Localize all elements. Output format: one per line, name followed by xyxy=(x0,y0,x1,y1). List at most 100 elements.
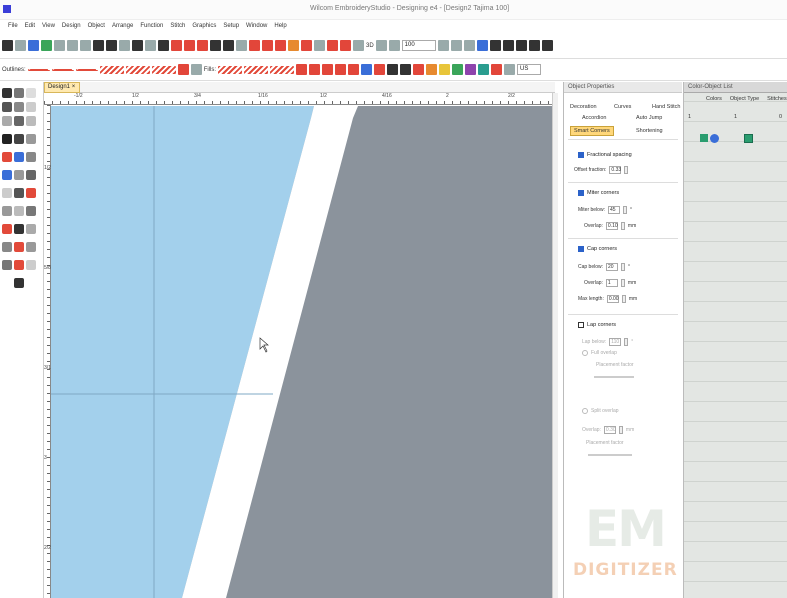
fill-trapunto-icon[interactable] xyxy=(335,64,347,75)
hoop-color-icon[interactable] xyxy=(491,64,503,75)
menu-function[interactable]: Function xyxy=(137,20,167,32)
circle-icon[interactable] xyxy=(327,40,338,51)
monogram-icon[interactable] xyxy=(262,40,273,51)
cap-overlap-spinner[interactable] xyxy=(620,279,625,287)
menu-view[interactable]: View xyxy=(39,20,59,32)
thread-icon[interactable] xyxy=(158,40,169,51)
placement-factor-slider[interactable] xyxy=(594,376,634,378)
miter-corners-checkbox[interactable] xyxy=(578,190,584,196)
text-tool-icon[interactable] xyxy=(2,134,12,144)
satin-icon[interactable] xyxy=(171,40,182,51)
fractional-spacing-row[interactable]: Fractional spacing xyxy=(578,152,632,158)
outline-single-icon[interactable] xyxy=(27,68,50,71)
menu-window[interactable]: Window xyxy=(243,20,271,32)
max-length-input[interactable]: 0.00 xyxy=(606,295,619,303)
undo-icon[interactable] xyxy=(93,40,104,51)
color-list-summary-row[interactable]: 1 1 0 xyxy=(684,114,787,124)
zoom-out-icon[interactable] xyxy=(450,40,462,51)
fill-cross-icon[interactable] xyxy=(309,64,321,75)
fill-motif-icon[interactable] xyxy=(296,64,308,75)
miter-overlap-spinner[interactable] xyxy=(620,222,625,230)
s-curve-icon[interactable] xyxy=(26,170,36,180)
stamp-tool-icon[interactable] xyxy=(14,260,24,270)
check-icon[interactable] xyxy=(2,260,12,270)
feather-icon[interactable] xyxy=(413,64,425,75)
menu-graphics[interactable]: Graphics xyxy=(189,20,220,32)
object-type-icon[interactable] xyxy=(710,134,719,143)
canvas-vertical-scrollbar[interactable] xyxy=(552,93,558,598)
stamp-icon[interactable] xyxy=(301,40,312,51)
menu-object[interactable]: Object xyxy=(85,20,109,32)
tab-decoration[interactable]: Decoration xyxy=(570,104,597,110)
design-tab-close-icon[interactable]: × xyxy=(72,84,76,90)
select-arrow-icon[interactable] xyxy=(2,88,12,98)
save-icon[interactable] xyxy=(28,40,39,51)
cap-below-spinner[interactable] xyxy=(621,263,626,271)
cap-corners-checkbox[interactable] xyxy=(578,246,584,252)
stitch-player-icon[interactable] xyxy=(145,40,156,51)
applique-icon[interactable] xyxy=(275,40,286,51)
menu-stitch[interactable]: Stitch xyxy=(167,20,189,32)
miter-overlap-input[interactable]: 0.10 xyxy=(605,222,618,230)
copy-icon[interactable] xyxy=(67,40,78,51)
fill-wave-icon[interactable] xyxy=(322,64,334,75)
open-icon[interactable] xyxy=(15,40,26,51)
align-left-icon[interactable] xyxy=(502,40,514,51)
outline-zigzag-icon[interactable] xyxy=(151,65,176,74)
letter-a-icon[interactable] xyxy=(14,134,24,144)
heart-icon[interactable] xyxy=(2,152,12,162)
tab-hand-stitch[interactable]: Hand Stitch xyxy=(652,104,680,110)
stop-icon[interactable] xyxy=(2,224,12,234)
grid-tool-icon[interactable] xyxy=(26,224,36,234)
menu-edit[interactable]: Edit xyxy=(22,20,39,32)
curve-icon[interactable] xyxy=(26,102,36,112)
zoom-combo[interactable]: 100 xyxy=(401,40,436,51)
outline-spiral-icon[interactable] xyxy=(190,64,202,75)
placement-factor2-slider[interactable] xyxy=(588,454,632,456)
eye-icon[interactable] xyxy=(14,116,24,126)
column-stitches[interactable]: Stitches xyxy=(767,96,787,106)
tab-shortening[interactable]: Shortening xyxy=(636,128,663,134)
fill-tatami-icon[interactable] xyxy=(244,65,269,74)
pencil-icon[interactable] xyxy=(400,64,412,75)
compass-icon[interactable] xyxy=(14,206,24,216)
run-icon[interactable] xyxy=(197,40,208,51)
flip-icon[interactable] xyxy=(541,40,553,51)
table-icon[interactable] xyxy=(504,64,516,75)
outline-raised-icon[interactable] xyxy=(177,64,189,75)
design-canvas[interactable] xyxy=(51,106,552,598)
fill-contour-icon[interactable] xyxy=(361,64,373,75)
fill-radial-icon[interactable] xyxy=(374,64,386,75)
split-overlap-radio[interactable] xyxy=(582,408,588,414)
thread-color-swatch[interactable] xyxy=(700,134,708,142)
fill-program-icon[interactable] xyxy=(270,65,295,74)
cut-icon[interactable] xyxy=(54,40,65,51)
miter-below-input[interactable]: 45 xyxy=(607,206,620,214)
tab-curves[interactable]: Curves xyxy=(614,104,631,110)
measure-icon[interactable] xyxy=(26,242,36,252)
distribute-icon[interactable] xyxy=(528,40,540,51)
units-combo[interactable]: US xyxy=(517,64,542,75)
lap-overlap-input[interactable]: 0.30 xyxy=(603,426,616,434)
zoom-fit-icon[interactable] xyxy=(463,40,475,51)
knife-tool-icon[interactable] xyxy=(2,102,12,112)
cap-overlap-input[interactable]: 1 xyxy=(605,279,618,287)
column-object-type[interactable]: Object Type xyxy=(730,96,759,106)
point-icon[interactable] xyxy=(2,188,12,198)
palette-icon[interactable] xyxy=(452,64,464,75)
kerning-icon[interactable] xyxy=(26,134,36,144)
bucket-icon[interactable] xyxy=(439,64,451,75)
show-icon[interactable] xyxy=(353,40,364,51)
reshape-icon[interactable] xyxy=(210,40,221,51)
menu-file[interactable]: File xyxy=(5,20,22,32)
object-thumbnail[interactable] xyxy=(744,134,753,143)
star-icon[interactable] xyxy=(340,40,351,51)
zoom-in-icon[interactable] xyxy=(437,40,449,51)
circle-tool-icon[interactable] xyxy=(14,188,24,198)
fill-diamond-icon[interactable] xyxy=(2,170,12,180)
menu-design[interactable]: Design xyxy=(59,20,85,32)
miter-corners-row[interactable]: Miter corners xyxy=(578,190,619,196)
fill-satin-icon[interactable] xyxy=(218,65,243,74)
align-icon[interactable] xyxy=(489,40,501,51)
brush-icon[interactable] xyxy=(426,64,438,75)
